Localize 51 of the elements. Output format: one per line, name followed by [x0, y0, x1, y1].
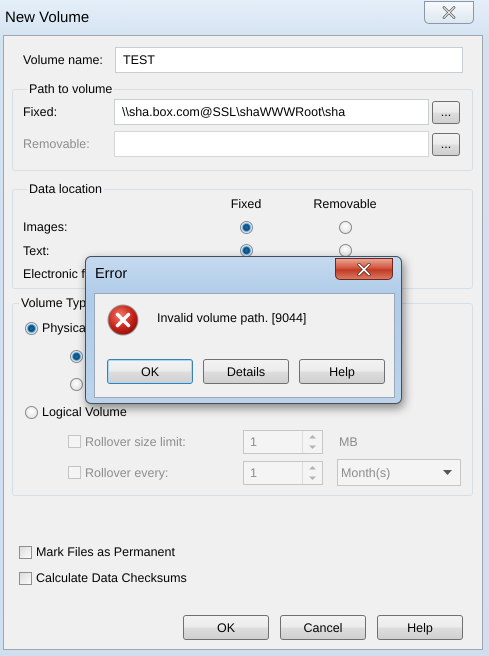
close-button[interactable]: [424, 1, 474, 24]
dialog-title: Error: [95, 266, 128, 282]
dialog-button[interactable]: Details: [203, 359, 289, 384]
column-header: Removable: [313, 196, 377, 211]
group-title: Volume Typ: [20, 296, 88, 310]
radio-button[interactable]: [240, 220, 252, 234]
up-arrow-icon[interactable]: [309, 434, 316, 438]
checkbox-label: Calculate Data Checksums: [36, 571, 187, 585]
browse-button[interactable]: ...: [432, 100, 460, 124]
close-icon: [441, 6, 457, 19]
volume-name-field[interactable]: TEST: [115, 47, 463, 73]
checkbox[interactable]: [19, 546, 32, 558]
dialog-button[interactable]: Help: [377, 615, 463, 640]
error-icon: [107, 304, 139, 336]
field-label: Fixed:: [23, 105, 58, 119]
dropdown-arrow-icon: [443, 470, 452, 475]
radio-button[interactable]: [70, 350, 83, 362]
row-label: Electronic f: [23, 267, 85, 282]
group-title: Data location: [28, 182, 103, 196]
dialog-button[interactable]: Cancel: [280, 615, 366, 640]
dialog-button[interactable]: OK: [183, 615, 269, 640]
radio-button[interactable]: [25, 406, 38, 418]
down-arrow-icon[interactable]: [309, 476, 316, 480]
row-label: Images:: [23, 220, 68, 234]
checkbox-label: Mark Files as Permanent: [36, 545, 175, 559]
group-title: Path to volume: [28, 82, 114, 96]
radio-button[interactable]: [70, 378, 83, 390]
close-icon: [356, 262, 372, 276]
checkbox-label: Rollover every:: [85, 466, 170, 480]
field-label: Volume name:: [23, 53, 104, 67]
radio-button[interactable]: [338, 220, 352, 234]
checkbox-label: Rollover size limit:: [85, 434, 187, 448]
path-field[interactable]: [114, 131, 429, 157]
path-field[interactable]: \\sha.box.com@SSL\shaWWWRoot\sha: [114, 99, 429, 125]
radio-label: Logical Volume: [42, 405, 127, 419]
checkbox[interactable]: [19, 572, 32, 584]
column-header: Fixed: [230, 196, 262, 211]
radio-label: Physica: [42, 321, 86, 335]
radio-button[interactable]: [25, 322, 38, 334]
up-arrow-icon[interactable]: [309, 466, 316, 469]
radio-button[interactable]: [240, 244, 252, 258]
row-label: Text:: [23, 244, 50, 258]
field-label: Removable:: [23, 137, 91, 151]
down-arrow-icon[interactable]: [309, 445, 316, 448]
window-title: New Volume: [5, 9, 90, 26]
dialog-button[interactable]: OK: [107, 359, 193, 384]
radio-button[interactable]: [338, 244, 352, 258]
close-button[interactable]: [335, 258, 393, 280]
error-message: Invalid volume path. [9044]: [157, 311, 306, 325]
unit-label: MB: [339, 434, 358, 448]
dialog-button[interactable]: Help: [299, 359, 385, 384]
